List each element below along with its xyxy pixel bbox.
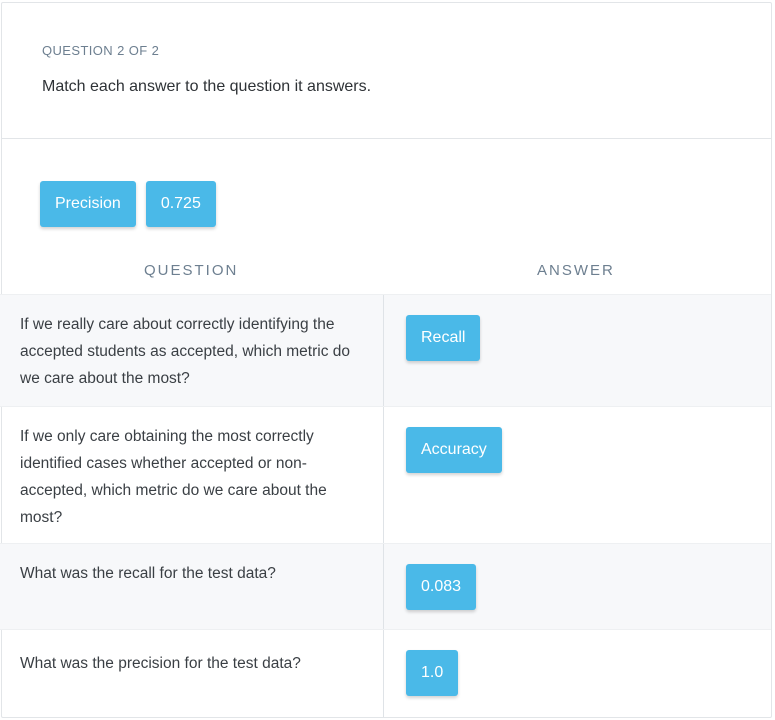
answer-column-header: ANSWER [537, 262, 615, 279]
question-prompt: Match each answer to the question it ans… [42, 78, 372, 95]
matching-row: If we only care obtaining the most corre… [0, 406, 771, 543]
question-text: What was the precision for the test data… [0, 630, 384, 717]
answer-chip-0083[interactable]: 0.083 [406, 564, 477, 610]
answer-dropzone[interactable]: 1.0 [384, 630, 771, 717]
matching-table: If we really care about correctly identi… [0, 294, 771, 717]
answer-dropzone[interactable]: 0.083 [384, 544, 771, 629]
matching-row: What was the recall for the test data? 0… [0, 543, 771, 629]
answer-chip-0725[interactable]: 0.725 [145, 181, 216, 227]
matching-row: What was the precision for the test data… [0, 629, 771, 717]
quiz-header: QUESTION 2 OF 2 Match each answer to the… [2, 3, 771, 139]
answer-chip-10[interactable]: 1.0 [406, 650, 459, 696]
question-counter: QUESTION 2 OF 2 [42, 43, 160, 58]
question-text: If we only care obtaining the most corre… [0, 407, 384, 543]
question-column-header: QUESTION [144, 262, 239, 279]
answer-dropzone[interactable]: Recall [384, 295, 771, 406]
matching-row: If we really care about correctly identi… [0, 294, 771, 406]
answer-chip-recall[interactable]: Recall [406, 315, 481, 361]
question-text: If we really care about correctly identi… [0, 295, 384, 406]
answer-chip-accuracy[interactable]: Accuracy [406, 427, 502, 473]
answer-chip-precision[interactable]: Precision [40, 181, 136, 227]
answer-pool: Precision 0.725 [40, 181, 216, 227]
question-text: What was the recall for the test data? [0, 544, 384, 629]
answer-dropzone[interactable]: Accuracy [384, 407, 771, 543]
